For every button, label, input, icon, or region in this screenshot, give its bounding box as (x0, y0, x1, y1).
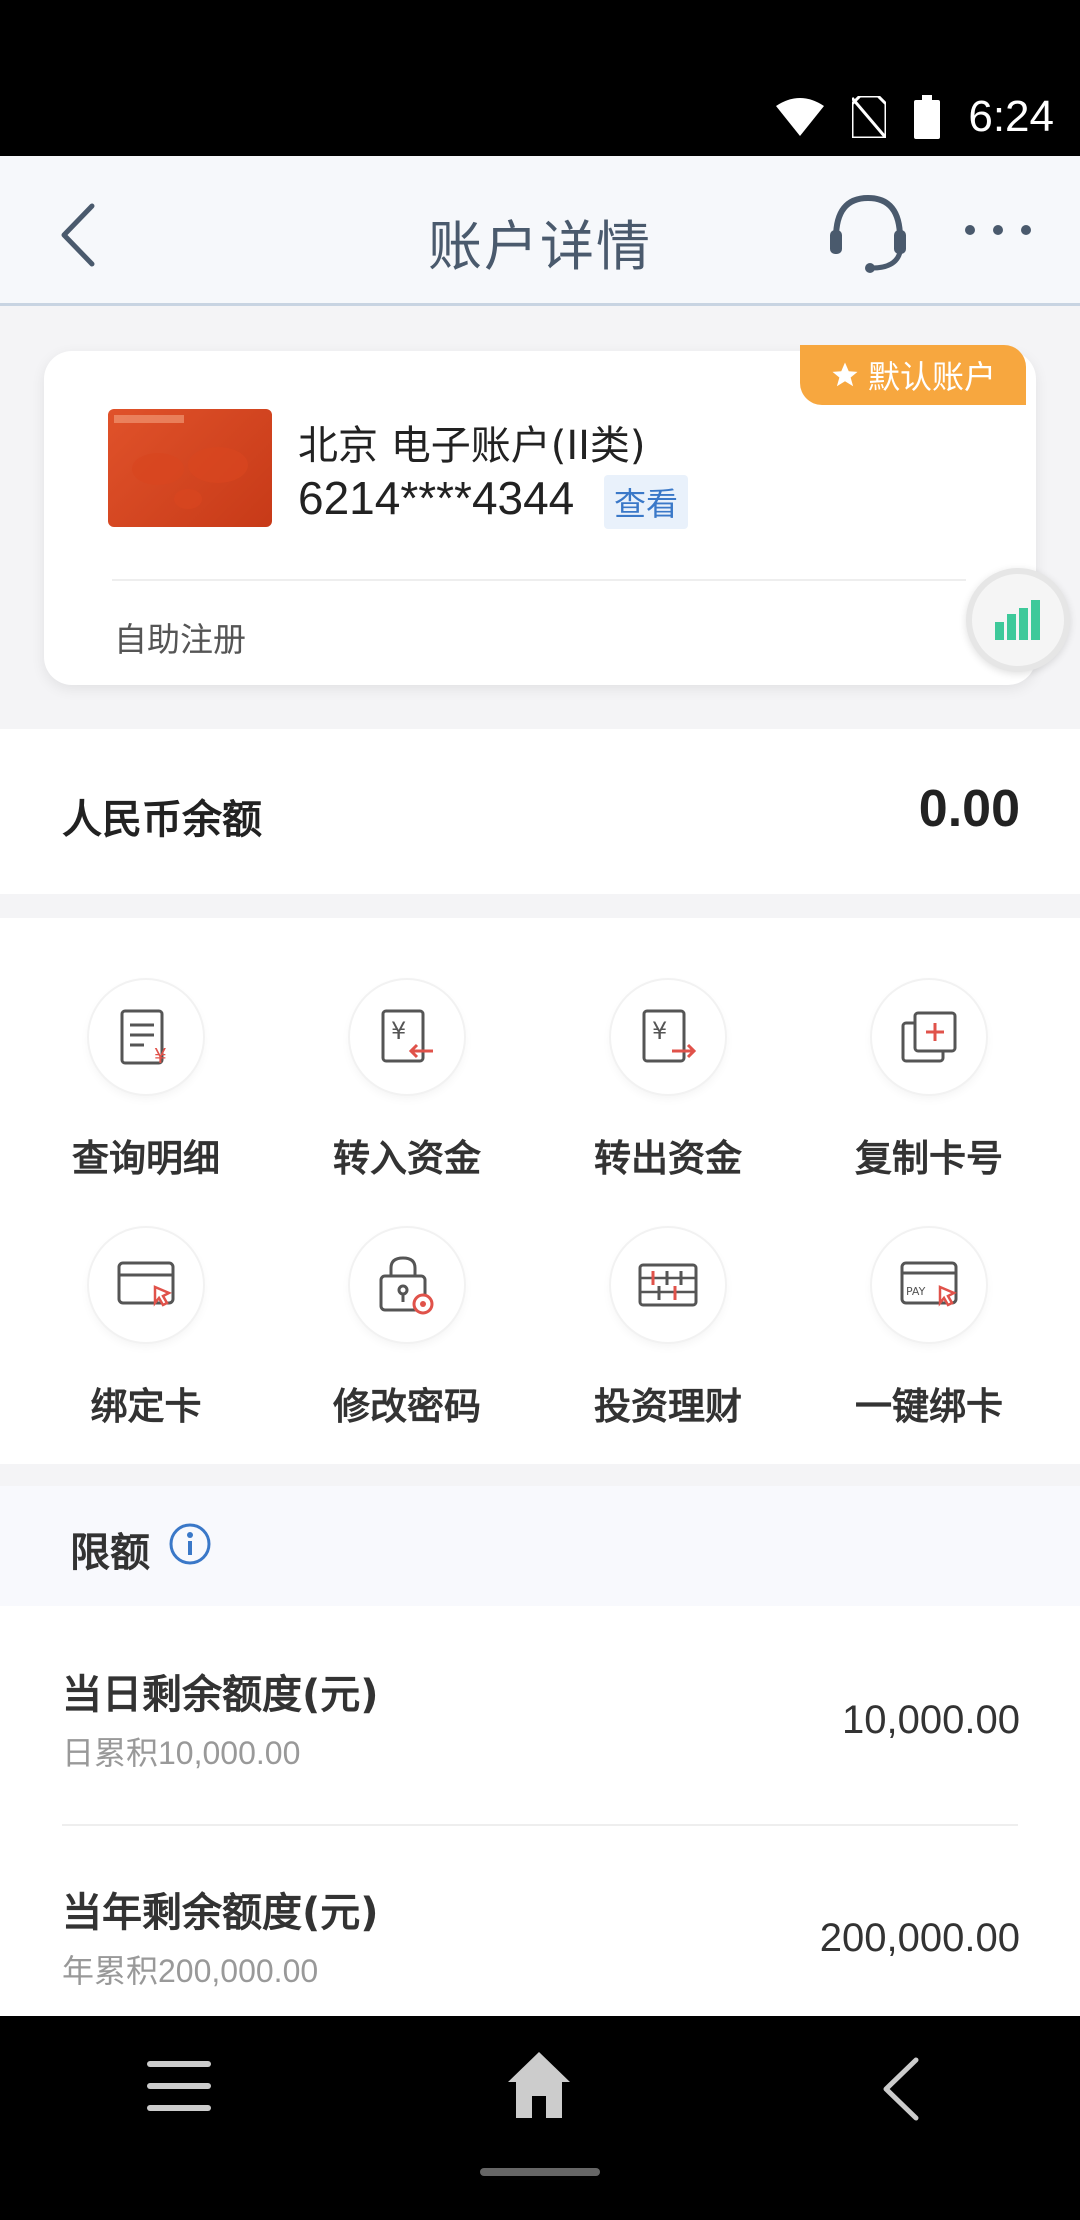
bank-card-image (108, 409, 272, 527)
no-sim-icon (852, 96, 887, 138)
page-title: 账户详情 (428, 215, 652, 278)
view-number-button[interactable]: 查看 (604, 475, 688, 529)
action-label: 绑定卡 (90, 1385, 202, 1428)
bar-chart-icon (995, 600, 1040, 640)
transfer-out-icon: ¥ (642, 1009, 697, 1063)
action-label: 投资理财 (594, 1385, 742, 1428)
action-transfer-out[interactable]: ¥ 转出资金 (548, 918, 788, 1180)
action-copy-card-number[interactable]: 复制卡号 (809, 918, 1049, 1180)
svg-text:¥: ¥ (391, 1017, 406, 1045)
limit-label: 当日剩余额度(元) (62, 1672, 379, 1718)
abacus-icon (638, 1263, 698, 1307)
info-icon[interactable] (168, 1522, 212, 1566)
action-query-details[interactable]: ¥ 查询明细 (26, 918, 266, 1180)
self-register-link[interactable]: 自助注册 (114, 613, 246, 661)
system-back-icon[interactable] (880, 2056, 920, 2122)
action-quick-bind-card[interactable]: PAY 一键绑卡 (809, 1166, 1049, 1428)
more-icon[interactable] (962, 210, 1034, 250)
customer-service-icon[interactable] (826, 190, 910, 274)
card-divider (112, 579, 966, 581)
account-card-area: 默认账户 北京 电子账户(II类) 6214****4344 查看 自助注册 (0, 309, 1080, 729)
action-label: 一键绑卡 (855, 1385, 1003, 1428)
home-icon[interactable] (506, 2050, 572, 2120)
svg-text:¥: ¥ (652, 1017, 667, 1045)
limits-title: 限额 (70, 1530, 150, 1576)
top-nav: 账户详情 (0, 156, 1080, 306)
limit-subtext: 日累积10,000.00 (62, 1735, 301, 1771)
default-account-badge: 默认账户 (800, 345, 1026, 405)
balance-value: 0.00 (918, 780, 1020, 838)
menu-icon[interactable] (146, 2058, 212, 2114)
action-bind-card[interactable]: 绑定卡 (26, 1166, 266, 1428)
account-name: 北京 电子账户(II类) (298, 423, 646, 469)
action-label: 修改密码 (333, 1385, 481, 1428)
limit-row-yearly: 当年剩余额度(元) 年累积200,000.00 200,000.00 (62, 1824, 1020, 2016)
action-investment[interactable]: 投资理财 (548, 1166, 788, 1428)
account-number: 6214****4344 (298, 472, 575, 524)
default-badge-label: 默认账户 (867, 358, 996, 396)
limit-value: 200,000.00 (819, 1916, 1020, 1960)
status-bar: 6:24 (0, 0, 1080, 156)
transfer-in-icon: ¥ (381, 1009, 433, 1063)
world-map-pattern (114, 415, 248, 509)
copy-icon (901, 1011, 957, 1063)
wifi-icon (776, 98, 825, 136)
balance-row: 人民币余额 0.00 (0, 729, 1080, 894)
bind-card-icon (117, 1261, 175, 1307)
action-change-password[interactable]: 修改密码 (287, 1166, 527, 1428)
account-card[interactable]: 默认账户 北京 电子账户(II类) 6214****4344 查看 自助注册 (44, 345, 1036, 685)
gesture-handle[interactable] (480, 2168, 600, 2176)
svg-text:PAY: PAY (906, 1285, 926, 1298)
lock-gear-icon (379, 1256, 434, 1315)
status-time: 6:24 (968, 92, 1054, 141)
action-grid: ¥ 查询明细 ¥ 转入资金 ¥ 转出资金 复制卡号 绑定卡 修改密码 投资理财 … (0, 918, 1080, 1464)
star-icon (832, 362, 858, 387)
pay-card-icon: PAY (900, 1261, 958, 1307)
limit-subtext: 年累积200,000.00 (62, 1953, 319, 1989)
battery-icon (914, 95, 941, 139)
limit-label: 当年剩余额度(元) (62, 1890, 379, 1936)
limits-header: 限额 (0, 1486, 1080, 1606)
svg-text:¥: ¥ (154, 1044, 167, 1067)
action-transfer-in[interactable]: ¥ 转入资金 (287, 918, 527, 1180)
receipt-yen-icon: ¥ (120, 1009, 167, 1067)
limit-value: 10,000.00 (842, 1698, 1020, 1742)
floating-chart-button[interactable] (966, 568, 1070, 672)
balance-label: 人民币余额 (62, 797, 262, 843)
system-nav-bar (0, 2016, 1080, 2220)
limit-row-daily: 当日剩余额度(元) 日累积10,000.00 10,000.00 (62, 1606, 1020, 1826)
status-icons: 6:24 (776, 92, 1054, 142)
limits-list: 当日剩余额度(元) 日累积10,000.00 10,000.00 当年剩余额度(… (0, 1606, 1080, 2016)
